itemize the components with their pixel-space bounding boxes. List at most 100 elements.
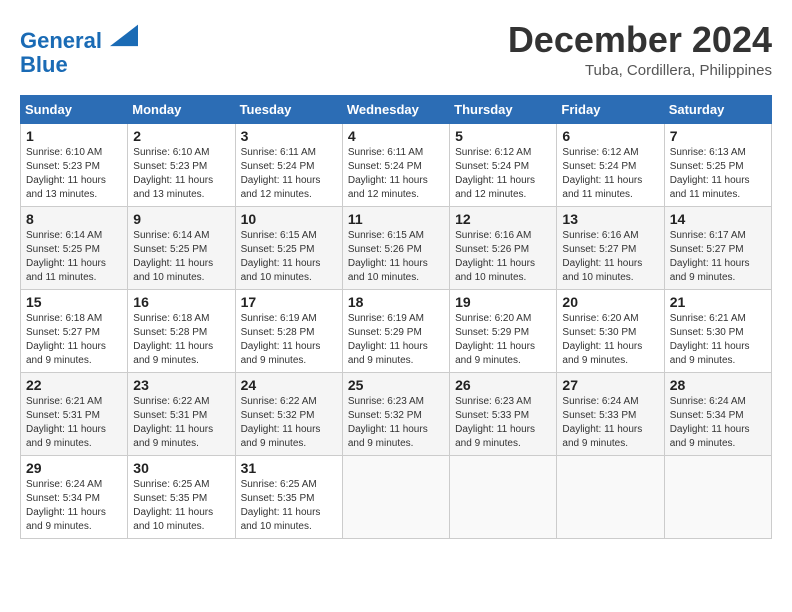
calendar-cell: 31 Sunrise: 6:25 AMSunset: 5:35 PMDayligh… (235, 455, 342, 538)
day-info: Sunrise: 6:14 AMSunset: 5:25 PMDaylight:… (26, 229, 122, 285)
calendar-cell: 1 Sunrise: 6:10 AMSunset: 5:23 PMDaylight… (21, 123, 128, 206)
calendar-cell: 20 Sunrise: 6:20 AMSunset: 5:30 PMDayligh… (557, 289, 664, 372)
day-number: 2 (133, 128, 229, 144)
calendar-cell: 5 Sunrise: 6:12 AMSunset: 5:24 PMDaylight… (450, 123, 557, 206)
day-info: Sunrise: 6:23 AMSunset: 5:33 PMDaylight:… (455, 395, 551, 451)
location: Tuba, Cordillera, Philippines (508, 62, 772, 79)
calendar-cell (342, 455, 449, 538)
title-block: December 2024 Tuba, Cordillera, Philippi… (508, 20, 772, 79)
day-info: Sunrise: 6:13 AMSunset: 5:25 PMDaylight:… (670, 146, 766, 202)
logo-text-blue: Blue (20, 52, 68, 77)
calendar-cell (557, 455, 664, 538)
day-info: Sunrise: 6:14 AMSunset: 5:25 PMDaylight:… (133, 229, 229, 285)
calendar-cell: 7 Sunrise: 6:13 AMSunset: 5:25 PMDaylight… (664, 123, 771, 206)
calendar-cell: 17 Sunrise: 6:19 AMSunset: 5:28 PMDayligh… (235, 289, 342, 372)
day-info: Sunrise: 6:18 AMSunset: 5:28 PMDaylight:… (133, 312, 229, 368)
day-number: 27 (562, 377, 658, 393)
day-info: Sunrise: 6:25 AMSunset: 5:35 PMDaylight:… (241, 478, 337, 534)
day-info: Sunrise: 6:10 AMSunset: 5:23 PMDaylight:… (26, 146, 122, 202)
day-number: 21 (670, 294, 766, 310)
day-number: 18 (348, 294, 444, 310)
day-number: 15 (26, 294, 122, 310)
weekday-header-monday: Monday (128, 95, 235, 123)
day-info: Sunrise: 6:21 AMSunset: 5:31 PMDaylight:… (26, 395, 122, 451)
day-info: Sunrise: 6:23 AMSunset: 5:32 PMDaylight:… (348, 395, 444, 451)
calendar-cell: 25Sunrise: 6:23 AMSunset: 5:32 PMDayligh… (342, 372, 449, 455)
calendar-week-row: 8 Sunrise: 6:14 AMSunset: 5:25 PMDaylight… (21, 206, 772, 289)
day-number: 29 (26, 460, 122, 476)
day-info: Sunrise: 6:22 AMSunset: 5:32 PMDaylight:… (241, 395, 337, 451)
day-number: 30 (133, 460, 229, 476)
calendar-week-row: 1 Sunrise: 6:10 AMSunset: 5:23 PMDaylight… (21, 123, 772, 206)
calendar-cell (450, 455, 557, 538)
day-info: Sunrise: 6:11 AMSunset: 5:24 PMDaylight:… (348, 146, 444, 202)
day-info: Sunrise: 6:19 AMSunset: 5:28 PMDaylight:… (241, 312, 337, 368)
calendar-cell: 27 Sunrise: 6:24 AMSunset: 5:33 PMDayligh… (557, 372, 664, 455)
day-number: 26 (455, 377, 551, 393)
day-number: 4 (348, 128, 444, 144)
month-title: December 2024 (508, 20, 772, 60)
day-number: 8 (26, 211, 122, 227)
weekday-header-friday: Friday (557, 95, 664, 123)
calendar-cell: 2 Sunrise: 6:10 AMSunset: 5:23 PMDaylight… (128, 123, 235, 206)
day-number: 16 (133, 294, 229, 310)
day-info: Sunrise: 6:21 AMSunset: 5:30 PMDaylight:… (670, 312, 766, 368)
day-number: 31 (241, 460, 337, 476)
calendar-cell: 19Sunrise: 6:20 AMSunset: 5:29 PMDayligh… (450, 289, 557, 372)
day-number: 17 (241, 294, 337, 310)
calendar-cell: 14Sunrise: 6:17 AMSunset: 5:27 PMDayligh… (664, 206, 771, 289)
calendar-cell: 22 Sunrise: 6:21 AMSunset: 5:31 PMDayligh… (21, 372, 128, 455)
logo-text-general: General (20, 28, 102, 53)
day-number: 20 (562, 294, 658, 310)
day-info: Sunrise: 6:12 AMSunset: 5:24 PMDaylight:… (455, 146, 551, 202)
calendar-cell: 23Sunrise: 6:22 AMSunset: 5:31 PMDayligh… (128, 372, 235, 455)
day-number: 5 (455, 128, 551, 144)
day-info: Sunrise: 6:24 AMSunset: 5:34 PMDaylight:… (26, 478, 122, 534)
calendar-table: SundayMondayTuesdayWednesdayThursdayFrid… (20, 95, 772, 539)
page-header: General Blue December 2024 Tuba, Cordill… (20, 20, 772, 79)
calendar-cell: 3 Sunrise: 6:11 AMSunset: 5:24 PMDaylight… (235, 123, 342, 206)
calendar-cell: 18 Sunrise: 6:19 AMSunset: 5:29 PMDayligh… (342, 289, 449, 372)
calendar-cell: 13 Sunrise: 6:16 AMSunset: 5:27 PMDayligh… (557, 206, 664, 289)
calendar-cell: 21 Sunrise: 6:21 AMSunset: 5:30 PMDayligh… (664, 289, 771, 372)
day-info: Sunrise: 6:22 AMSunset: 5:31 PMDaylight:… (133, 395, 229, 451)
day-info: Sunrise: 6:17 AMSunset: 5:27 PMDaylight:… (670, 229, 766, 285)
calendar-cell: 6Sunrise: 6:12 AMSunset: 5:24 PMDaylight… (557, 123, 664, 206)
day-number: 7 (670, 128, 766, 144)
day-number: 3 (241, 128, 337, 144)
calendar-cell: 28Sunrise: 6:24 AMSunset: 5:34 PMDayligh… (664, 372, 771, 455)
weekday-header-row: SundayMondayTuesdayWednesdayThursdayFrid… (21, 95, 772, 123)
logo: General Blue (20, 20, 138, 77)
day-number: 24 (241, 377, 337, 393)
day-info: Sunrise: 6:16 AMSunset: 5:26 PMDaylight:… (455, 229, 551, 285)
calendar-cell: 30 Sunrise: 6:25 AMSunset: 5:35 PMDayligh… (128, 455, 235, 538)
calendar-cell (664, 455, 771, 538)
day-info: Sunrise: 6:11 AMSunset: 5:24 PMDaylight:… (241, 146, 337, 202)
weekday-header-saturday: Saturday (664, 95, 771, 123)
calendar-week-row: 22 Sunrise: 6:21 AMSunset: 5:31 PMDayligh… (21, 372, 772, 455)
day-info: Sunrise: 6:25 AMSunset: 5:35 PMDaylight:… (133, 478, 229, 534)
calendar-cell: 10Sunrise: 6:15 AMSunset: 5:25 PMDayligh… (235, 206, 342, 289)
calendar-cell: 15Sunrise: 6:18 AMSunset: 5:27 PMDayligh… (21, 289, 128, 372)
day-number: 13 (562, 211, 658, 227)
weekday-header-sunday: Sunday (21, 95, 128, 123)
day-info: Sunrise: 6:15 AMSunset: 5:26 PMDaylight:… (348, 229, 444, 285)
calendar-cell: 12Sunrise: 6:16 AMSunset: 5:26 PMDayligh… (450, 206, 557, 289)
day-number: 11 (348, 211, 444, 227)
day-number: 9 (133, 211, 229, 227)
logo-icon (110, 20, 138, 48)
calendar-week-row: 29 Sunrise: 6:24 AMSunset: 5:34 PMDayligh… (21, 455, 772, 538)
day-number: 22 (26, 377, 122, 393)
day-number: 10 (241, 211, 337, 227)
day-info: Sunrise: 6:20 AMSunset: 5:30 PMDaylight:… (562, 312, 658, 368)
weekday-header-tuesday: Tuesday (235, 95, 342, 123)
day-number: 1 (26, 128, 122, 144)
day-info: Sunrise: 6:16 AMSunset: 5:27 PMDaylight:… (562, 229, 658, 285)
weekday-header-thursday: Thursday (450, 95, 557, 123)
day-info: Sunrise: 6:10 AMSunset: 5:23 PMDaylight:… (133, 146, 229, 202)
calendar-cell: 29 Sunrise: 6:24 AMSunset: 5:34 PMDayligh… (21, 455, 128, 538)
day-info: Sunrise: 6:19 AMSunset: 5:29 PMDaylight:… (348, 312, 444, 368)
calendar-cell: 16 Sunrise: 6:18 AMSunset: 5:28 PMDayligh… (128, 289, 235, 372)
day-info: Sunrise: 6:12 AMSunset: 5:24 PMDaylight:… (562, 146, 658, 202)
day-info: Sunrise: 6:24 AMSunset: 5:33 PMDaylight:… (562, 395, 658, 451)
